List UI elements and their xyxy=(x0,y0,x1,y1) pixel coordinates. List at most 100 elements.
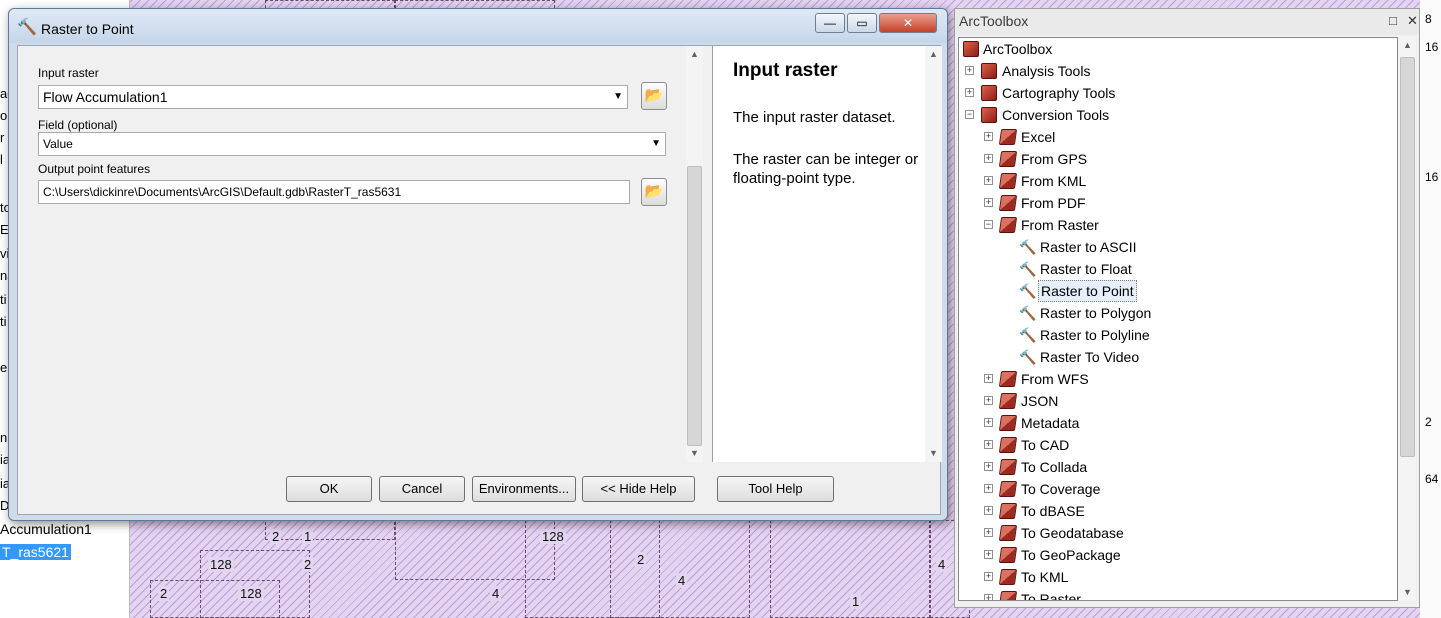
toolbox-icon xyxy=(963,41,979,57)
expand-icon[interactable]: + xyxy=(984,572,993,581)
expand-icon[interactable]: + xyxy=(984,198,993,207)
toc-fragment: ti xyxy=(0,314,7,329)
input-raster-label: Input raster xyxy=(38,66,99,80)
map-label: 128 xyxy=(540,529,566,544)
toolset-icon xyxy=(998,151,1018,167)
expand-icon[interactable]: + xyxy=(965,88,974,97)
expand-icon[interactable]: + xyxy=(984,440,993,449)
scroll-down-icon[interactable]: ▼ xyxy=(925,445,942,462)
field-combo[interactable]: Value ▼ xyxy=(38,132,666,156)
map-label: 1 xyxy=(302,529,314,544)
hammer-icon: 🔨 xyxy=(1019,239,1037,255)
tree-label: Metadata xyxy=(1021,415,1080,431)
close-icon[interactable]: ✕ xyxy=(1407,13,1418,29)
minimize-button[interactable]: — xyxy=(815,13,845,33)
hammer-icon: 🔨 xyxy=(17,19,37,36)
toolset-icon xyxy=(998,569,1018,585)
hammer-icon: 🔨 xyxy=(1019,261,1037,277)
tool-help-button[interactable]: Tool Help xyxy=(717,476,834,502)
parameters-scrollbar[interactable]: ▲ ▼ xyxy=(686,46,703,462)
hammer-icon: 🔨 xyxy=(1019,327,1037,343)
chevron-down-icon[interactable]: ▼ xyxy=(613,86,623,108)
arctoolbox-window[interactable]: ArcToolbox □ ✕ ArcToolbox + Analysis Too… xyxy=(954,8,1420,608)
scroll-up-icon[interactable]: ▲ xyxy=(1399,37,1416,54)
expand-icon[interactable]: + xyxy=(984,418,993,427)
tree-label: Raster to Point xyxy=(1038,280,1137,302)
tree-label: Cartography Tools xyxy=(1002,85,1116,101)
toolset-icon xyxy=(998,217,1018,233)
expand-icon[interactable]: + xyxy=(984,462,993,471)
hammer-icon: 🔨 xyxy=(1019,349,1037,365)
edge-number: 16 xyxy=(1425,170,1439,184)
tree-label: Raster to ASCII xyxy=(1040,239,1137,255)
expand-icon[interactable]: + xyxy=(965,66,974,75)
map-label: 4 xyxy=(676,573,688,588)
scroll-down-icon[interactable]: ▼ xyxy=(1399,584,1416,601)
scroll-up-icon[interactable]: ▲ xyxy=(925,46,942,63)
tree-label: From GPS xyxy=(1021,151,1088,167)
hide-help-button[interactable]: << Hide Help xyxy=(582,476,695,502)
scroll-up-icon[interactable]: ▲ xyxy=(686,46,703,63)
cancel-button[interactable]: Cancel xyxy=(379,476,465,502)
expand-icon[interactable]: + xyxy=(984,396,993,405)
field-value: Value xyxy=(43,137,73,151)
tree-label: To Coverage xyxy=(1021,481,1101,497)
raster-to-point-dialog[interactable]: 🔨 Raster to Point — ▭ ✕ Input raster Flo… xyxy=(8,8,948,521)
right-edge-panel: 8 16 16 2 64 xyxy=(1420,0,1441,618)
tree-label: From PDF xyxy=(1021,195,1086,211)
chevron-down-icon[interactable]: ▼ xyxy=(651,133,661,155)
scroll-down-icon[interactable]: ▼ xyxy=(686,445,703,462)
tree-label: Raster to Float xyxy=(1040,261,1132,277)
dialog-titlebar[interactable]: 🔨 Raster to Point — ▭ ✕ xyxy=(9,9,947,43)
expand-icon[interactable]: + xyxy=(984,528,993,537)
maximize-button[interactable]: ▭ xyxy=(847,13,877,33)
map-polygon xyxy=(610,520,750,618)
expand-icon[interactable]: + xyxy=(984,484,993,493)
expand-icon[interactable]: + xyxy=(984,506,993,515)
toolset-icon xyxy=(998,195,1018,211)
dialog-body: Input raster Flow Accumulation1 ▼ 📂 Fiel… xyxy=(17,45,942,515)
toolbox-icon xyxy=(981,85,997,101)
toc-layer-raster-selected[interactable]: T_ras5621 xyxy=(0,544,71,560)
expand-icon[interactable]: + xyxy=(984,594,993,600)
arctoolbox-title: ArcToolbox xyxy=(959,13,1029,29)
input-raster-combo[interactable]: Flow Accumulation1 ▼ xyxy=(38,85,628,109)
arctoolbox-header[interactable]: ArcToolbox □ ✕ xyxy=(955,9,1419,35)
scroll-thumb[interactable] xyxy=(1400,57,1415,457)
expand-icon[interactable]: + xyxy=(984,374,993,383)
map-label: 1 xyxy=(850,594,862,609)
scroll-thumb[interactable] xyxy=(687,166,702,446)
close-button[interactable]: ✕ xyxy=(879,13,937,33)
expand-icon[interactable]: + xyxy=(984,132,993,141)
toc-fragment: r xyxy=(0,130,5,145)
ok-button[interactable]: OK xyxy=(286,476,372,502)
collapse-icon[interactable]: − xyxy=(984,220,993,229)
toc-fragment: ti xyxy=(0,292,7,307)
tree-label: To CAD xyxy=(1021,437,1070,453)
collapse-icon[interactable]: − xyxy=(965,110,974,119)
toolbox-icon xyxy=(981,63,997,79)
help-text: The input raster dataset. xyxy=(733,109,896,126)
environments-button[interactable]: Environments... xyxy=(472,476,576,502)
toolset-icon xyxy=(998,129,1018,145)
toolset-icon xyxy=(998,591,1018,600)
toolset-icon xyxy=(998,393,1018,409)
help-scrollbar[interactable]: ▲ ▼ xyxy=(925,46,942,462)
toolbox-tree[interactable]: ArcToolbox + Analysis Tools + Cartograph… xyxy=(958,37,1398,601)
parameters-panel: Input raster Flow Accumulation1 ▼ 📂 Fiel… xyxy=(18,46,704,462)
expand-icon[interactable]: + xyxy=(984,550,993,559)
browse-folder-icon[interactable]: 📂 xyxy=(641,178,667,206)
toolset-icon xyxy=(998,459,1018,475)
map-label: 2 xyxy=(635,552,647,567)
tree-label: To Raster xyxy=(1021,591,1081,601)
toc-layer-flow-accumulation[interactable]: Accumulation1 xyxy=(0,521,92,537)
expand-icon[interactable]: + xyxy=(984,154,993,163)
help-heading: Input raster xyxy=(733,60,838,81)
expand-icon[interactable]: + xyxy=(984,176,993,185)
tree-label: To KML xyxy=(1021,569,1069,585)
float-icon[interactable]: □ xyxy=(1389,13,1397,28)
toolbox-scrollbar[interactable]: ▲ ▼ xyxy=(1399,37,1416,601)
browse-folder-icon[interactable]: 📂 xyxy=(641,82,667,110)
output-features-input[interactable]: C:\Users\dickinre\Documents\ArcGIS\Defau… xyxy=(38,180,630,204)
tree-label: To Geodatabase xyxy=(1021,525,1124,541)
